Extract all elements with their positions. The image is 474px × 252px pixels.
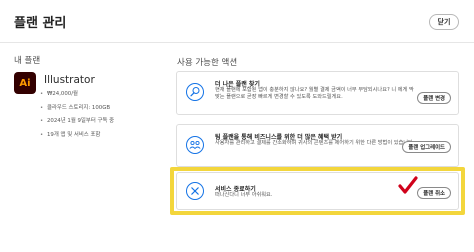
close-button[interactable]: 닫기 bbox=[429, 14, 459, 30]
card-description: 떠나신다니 너무 아쉬워요. bbox=[215, 192, 273, 198]
upgrade-plan-button[interactable]: 플랜 업그레이드 bbox=[402, 141, 451, 153]
card-description: 사용자를 관리하고 결제를 간소화하며 귀사의 콘텐츠를 제어하기 위한 다른 … bbox=[215, 140, 415, 146]
card-description: 현재 플랜에 포함된 앱이 충분하지 않나요? 월별 결제 금액이 너무 부담되… bbox=[215, 87, 414, 101]
search-icon bbox=[186, 83, 204, 101]
people-icon bbox=[186, 136, 204, 154]
find-better-plan-card: 더 나은 플랜 찾기 현재 플랜에 포함된 앱이 충분하지 않나요? 월별 결제… bbox=[176, 71, 459, 115]
plan-storage: 클라우드 스토리지: 100GB bbox=[38, 105, 114, 111]
plan-details-list: ₩24,000/월 클라우드 스토리지: 100GB 2024년 1월 9일부터… bbox=[38, 86, 114, 145]
my-plan-heading: 내 플랜 bbox=[14, 56, 41, 66]
page-title: 플랜 관리 bbox=[14, 16, 67, 31]
plan-price: ₩24,000/월 bbox=[38, 91, 114, 97]
app-name: Illustrator bbox=[44, 74, 95, 86]
cancel-icon bbox=[186, 182, 204, 200]
illustrator-app-icon: Ai bbox=[14, 72, 36, 94]
cancel-service-card: 서비스 종료하기 떠나신다니 너무 아쉬워요. 플랜 취소 bbox=[176, 172, 459, 210]
plan-subscribed-since: 2024년 1월 9일부터 구독 중 bbox=[38, 118, 114, 124]
plan-included-apps: 19개 앱 및 서비스 포함 bbox=[38, 132, 114, 138]
manage-plan-page: 플랜 관리 닫기 내 플랜 Ai Illustrator ₩24,000/월 클… bbox=[0, 0, 474, 252]
cancel-plan-button[interactable]: 플랜 취소 bbox=[417, 187, 451, 199]
header-divider bbox=[0, 42, 474, 43]
change-plan-button[interactable]: 플랜 변경 bbox=[417, 92, 451, 104]
actions-heading: 사용 가능한 액션 bbox=[177, 58, 238, 68]
team-plan-card: 팀 플랜을 통해 비즈니스를 위한 더 많은 혜택 받기 사용자를 관리하고 결… bbox=[176, 124, 459, 167]
